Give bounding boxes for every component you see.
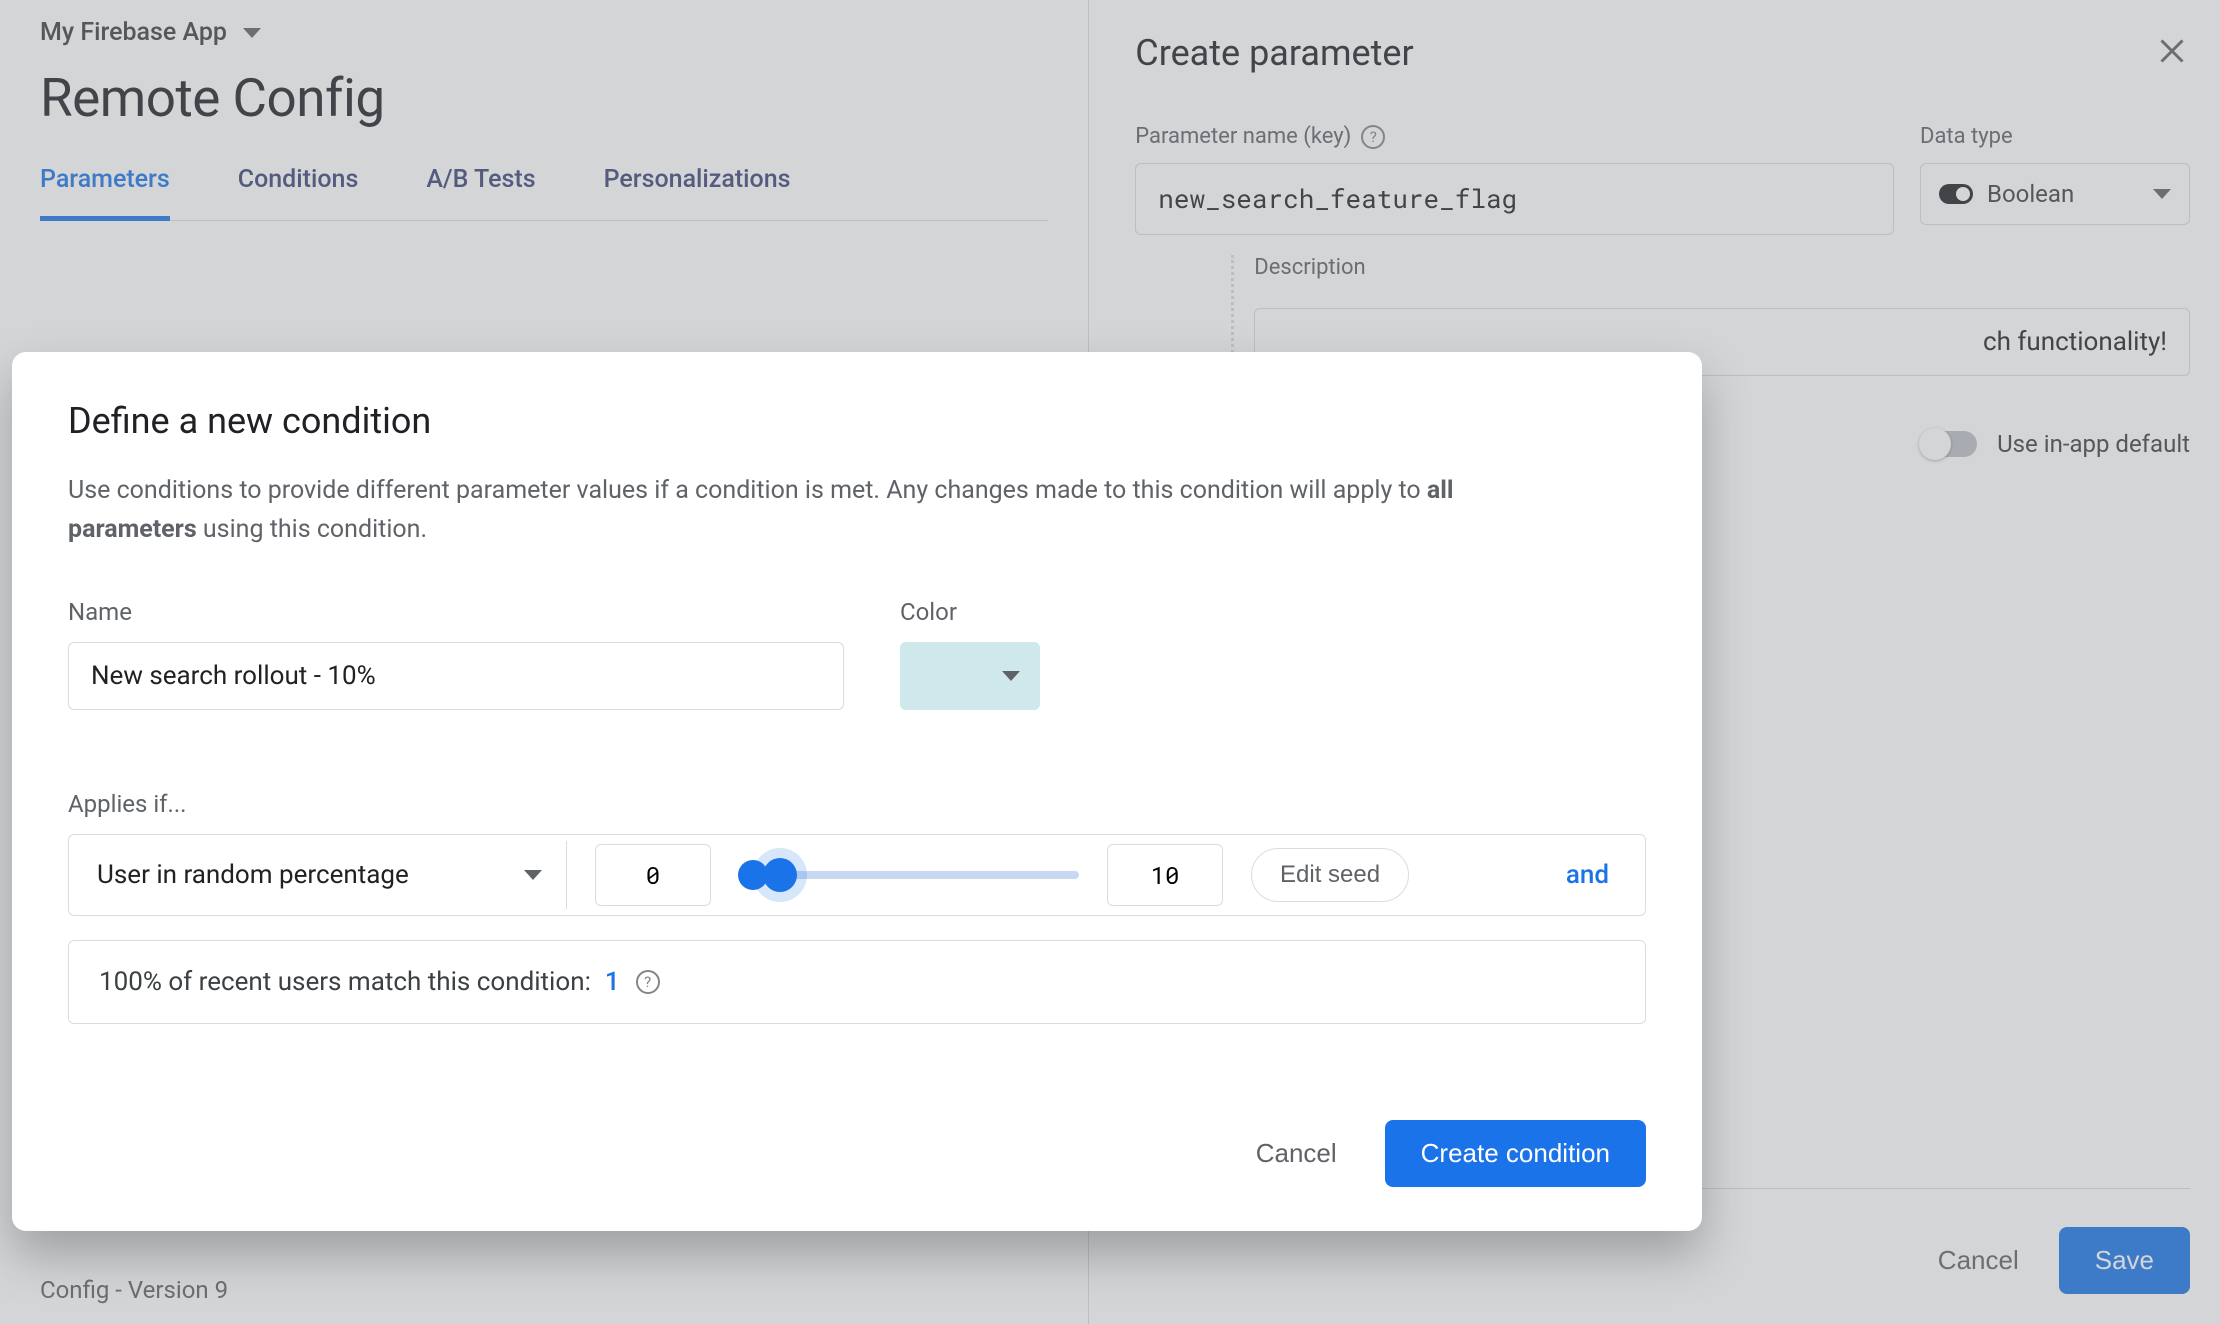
condition-name-field: Name [68, 598, 844, 710]
color-select[interactable] [900, 642, 1040, 710]
add-and-clause-link[interactable]: and [1566, 860, 1609, 890]
modal-desc-pre: Use conditions to provide different para… [68, 476, 1427, 505]
chevron-down-icon [524, 870, 542, 880]
condition-color-field: Color [900, 598, 1060, 710]
define-condition-modal: Define a new condition Use conditions to… [12, 352, 1702, 1231]
match-count: 1 [605, 967, 620, 997]
color-label: Color [900, 598, 1060, 626]
range-end-input[interactable] [1107, 844, 1223, 906]
help-icon[interactable]: ? [636, 970, 660, 994]
rule-row: User in random percentage Edit seed and [68, 834, 1646, 916]
modal-desc-post: using this condition. [197, 515, 427, 544]
range-start-input[interactable] [595, 844, 711, 906]
match-summary-row: 100% of recent users match this conditio… [68, 940, 1646, 1024]
condition-name-input[interactable] [68, 642, 844, 710]
chevron-down-icon [1002, 671, 1020, 681]
match-text: 100% of recent users match this conditio… [99, 967, 591, 997]
percentage-slider[interactable] [739, 867, 1079, 883]
modal-actions: Cancel Create condition [68, 1120, 1646, 1187]
applies-label: Applies if... [68, 790, 1646, 818]
create-condition-button[interactable]: Create condition [1385, 1120, 1646, 1187]
name-label: Name [68, 598, 844, 626]
applies-section: Applies if... User in random percentage … [68, 790, 1646, 1024]
slider-thumb-end[interactable] [763, 858, 797, 892]
edit-seed-button[interactable]: Edit seed [1251, 848, 1409, 902]
modal-cancel-button[interactable]: Cancel [1256, 1138, 1337, 1169]
rule-type-label: User in random percentage [97, 860, 409, 890]
modal-title: Define a new condition [68, 400, 1646, 442]
rule-type-select[interactable]: User in random percentage [97, 841, 567, 909]
modal-fields-row: Name Color [68, 598, 1646, 710]
modal-description: Use conditions to provide different para… [68, 472, 1588, 550]
